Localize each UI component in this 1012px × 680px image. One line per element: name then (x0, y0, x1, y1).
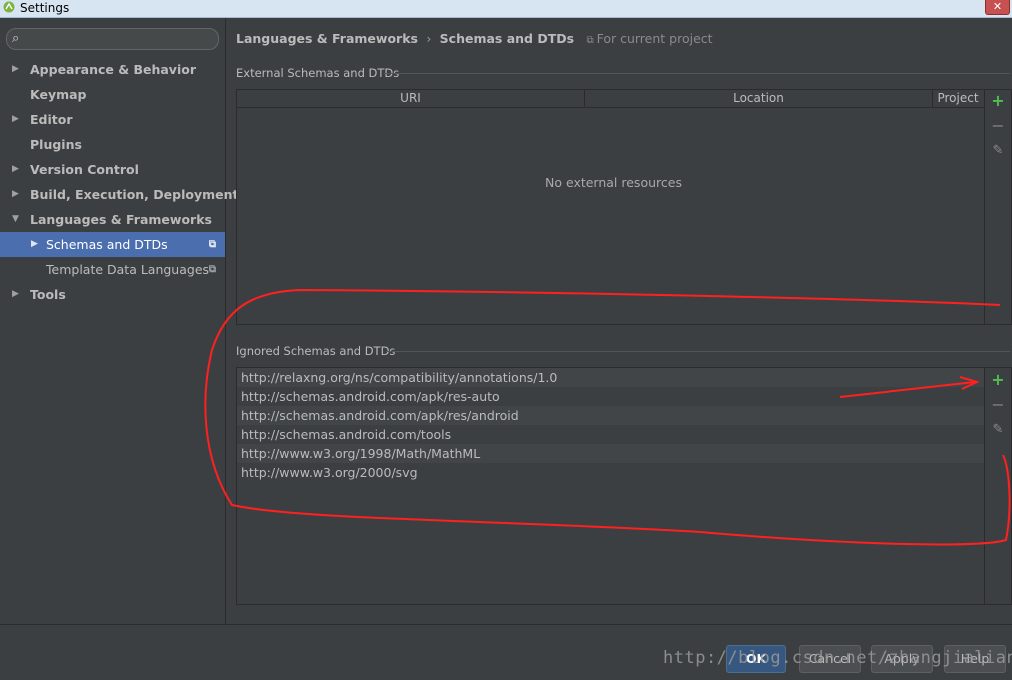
annotation-overlay (204, 288, 1011, 546)
annotation-loop (204, 288, 1011, 546)
annotation-arrow (839, 376, 980, 398)
